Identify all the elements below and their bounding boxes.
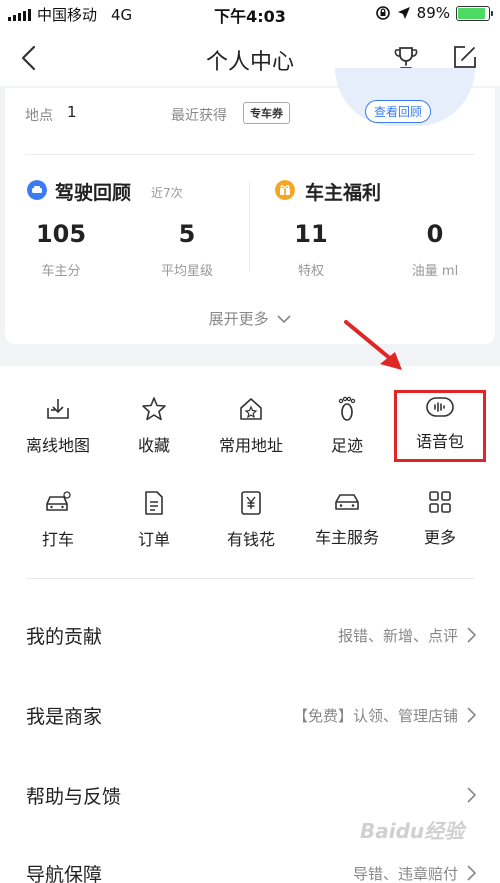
owner-benefits-title: 车主福利 <box>305 182 382 204</box>
grid-divider <box>26 578 474 579</box>
grid-item-footprint[interactable]: 足迹 <box>299 396 395 456</box>
download-map-icon <box>47 399 69 419</box>
chevron-down-icon <box>277 315 291 324</box>
order-doc-icon <box>145 491 163 515</box>
row-merchant[interactable]: 我是商家 【免费】认领、管理店铺 <box>0 676 500 754</box>
battery-icon <box>456 5 493 21</box>
steering-car-icon <box>27 180 47 200</box>
row-my-contribution[interactable]: 我的贡献 报错、新增、点评 <box>0 596 500 674</box>
driving-review-subtitle: 近7次 <box>151 186 183 200</box>
chevron-right-icon <box>467 627 477 643</box>
stat-value: 11 <box>294 220 328 248</box>
location-value: 1 <box>67 103 77 121</box>
location-arrow-icon <box>397 7 410 19</box>
section-divider <box>249 182 250 272</box>
row-description: 报错、新增、点评 <box>337 627 458 645</box>
footprint-icon <box>338 396 356 421</box>
grid-item-owner-service[interactable]: 车主服务 <box>299 490 395 548</box>
yuan-icon <box>241 491 261 515</box>
stat-label: 特权 <box>297 264 324 279</box>
recent-badge: 专车券 <box>243 102 290 124</box>
row-title: 我的贡献 <box>26 626 103 648</box>
row-title: 导航保障 <box>26 864 103 883</box>
recent-label: 最近获得 <box>171 108 227 124</box>
stat-value: 5 <box>178 220 196 248</box>
taxi-icon <box>46 491 71 511</box>
highlight-box <box>394 390 486 462</box>
chevron-right-icon <box>467 707 477 723</box>
stat-value: 105 <box>35 220 87 248</box>
row-description: 【免费】认领、管理店铺 <box>292 707 458 725</box>
lock-rotation-icon <box>375 6 390 20</box>
grid-item-taxi[interactable]: 打车 <box>10 490 106 550</box>
grid-label: 收藏 <box>137 436 170 455</box>
gift-icon <box>275 180 295 200</box>
red-arrow-annotation <box>344 320 402 370</box>
status-bar: 中国移动 4G 下午4:03 89% <box>0 0 500 26</box>
chevron-right-icon <box>467 787 477 803</box>
grid-item-favorites[interactable]: 收藏 <box>106 396 202 456</box>
view-review-button[interactable]: 查看回顾 <box>365 100 432 123</box>
chevron-right-icon <box>467 865 477 881</box>
stat-value: 0 <box>426 220 444 248</box>
grid-item-common-address[interactable]: 常用地址 <box>203 396 299 456</box>
battery-percent: 89% <box>416 4 450 22</box>
edit-icon[interactable] <box>452 44 478 70</box>
stat-label: 车主分 <box>41 264 81 279</box>
row-description: 导错、违章赔付 <box>352 865 458 883</box>
location-label: 地点 <box>25 108 53 124</box>
grid-item-orders[interactable]: 订单 <box>106 490 202 550</box>
grid-label: 车主服务 <box>314 528 379 547</box>
row-title: 帮助与反馈 <box>26 786 122 808</box>
grid-item-offline-map[interactable]: 离线地图 <box>10 396 106 456</box>
grid-label: 订单 <box>137 530 170 549</box>
grid-label: 更多 <box>423 528 456 547</box>
grid-label: 离线地图 <box>25 436 90 455</box>
watermark: Baidu经验 <box>360 819 465 843</box>
home-star-icon <box>240 398 262 420</box>
star-icon <box>142 397 166 421</box>
card-divider <box>25 154 475 155</box>
grid-label: 打车 <box>41 530 74 549</box>
grid-label: 足迹 <box>330 436 363 455</box>
expand-more-button[interactable]: 展开更多 <box>5 308 495 329</box>
expand-more-label: 展开更多 <box>208 310 269 328</box>
car-icon <box>335 494 359 510</box>
grid-label: 有钱花 <box>226 530 275 549</box>
grid-more-icon <box>429 491 451 513</box>
driving-review-title: 驾驶回顾 <box>55 182 132 204</box>
row-title: 我是商家 <box>26 706 103 728</box>
grid-item-youqianhua[interactable]: 有钱花 <box>203 490 299 550</box>
summary-card: 地点 1 最近获得 专车券 查看回顾 驾驶回顾 近7次 105 车主分 5 平均… <box>5 68 495 344</box>
grid-item-more[interactable]: 更多 <box>392 490 488 548</box>
grid-label: 常用地址 <box>218 436 283 455</box>
stat-label: 平均星级 <box>160 264 213 279</box>
stat-label: 油量 ml <box>411 264 459 279</box>
